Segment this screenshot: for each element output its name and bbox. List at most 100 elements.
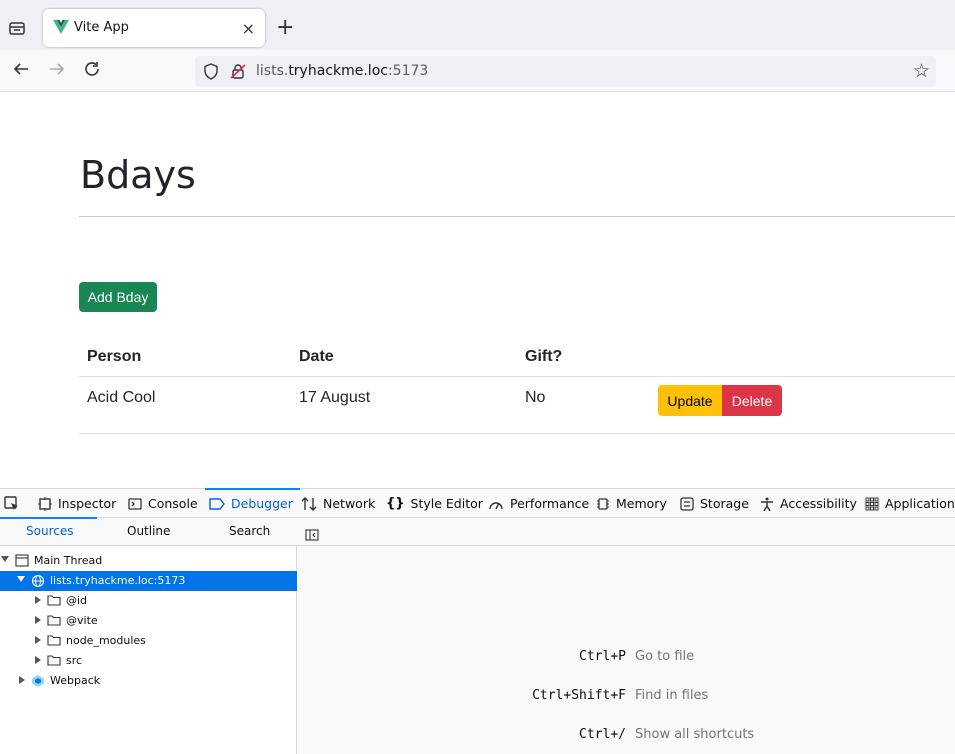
shortcut-key: Ctrl+/ (579, 727, 626, 742)
shortcut-key: Ctrl+P (579, 649, 626, 664)
window-icon (15, 554, 29, 570)
forward-button[interactable] (48, 61, 66, 82)
tab-performance-label: Performance (510, 496, 590, 511)
tab-memory-label: Memory (616, 496, 667, 511)
shortcut-label: Go to file (635, 649, 695, 664)
tab-inspector[interactable]: Inspector (38, 489, 116, 518)
tab-performance[interactable]: Performance (488, 489, 589, 518)
url-subdomain: lists. (256, 63, 289, 79)
collapse-arrow-icon[interactable] (35, 656, 41, 664)
folder-icon (47, 594, 61, 609)
tracking-protection-icon[interactable] (203, 63, 219, 84)
tab-close-button[interactable]: × (242, 19, 255, 38)
folder-icon (47, 654, 61, 669)
add-bday-button[interactable]: Add Bday (79, 282, 157, 312)
expand-arrow-icon[interactable] (1, 556, 9, 562)
sources-panel: Sources Outline Search Main Thread lists… (0, 517, 297, 754)
tab-network[interactable]: Network (301, 489, 375, 518)
tree-folder-vite[interactable]: @vite (0, 611, 297, 631)
tab-accessibility-label: Accessibility (780, 496, 857, 511)
tab-debugger[interactable]: Debugger (205, 488, 300, 518)
tab-style-editor-label: Style Editor (410, 496, 483, 511)
sources-subtabs: Sources Outline Search (0, 517, 297, 546)
collapse-arrow-icon[interactable] (35, 616, 41, 624)
folder-icon (47, 634, 61, 649)
folder-icon (47, 614, 61, 629)
tree-folder-src[interactable]: src (0, 651, 297, 671)
editor-panel: Ctrl+P Go to file Ctrl+Shift+F Find in f… (297, 518, 955, 754)
tab-storage[interactable]: Storage (680, 489, 749, 518)
new-tab-button[interactable]: + (276, 15, 294, 40)
editor-toolbar (297, 518, 955, 546)
tab-style-editor[interactable]: {} Style Editor (386, 489, 483, 518)
row-divider (79, 433, 955, 434)
braces-icon: {} (386, 496, 405, 511)
tab-list-button[interactable] (6, 17, 28, 39)
expand-arrow-icon[interactable] (17, 576, 25, 582)
collapse-arrow-icon[interactable] (35, 596, 41, 604)
column-header-person: Person (87, 348, 142, 365)
collapse-arrow-icon[interactable] (19, 676, 25, 684)
page-content: Bdays Add Bday Person Date Gift? Acid Co… (0, 93, 955, 488)
gauge-icon (488, 497, 504, 511)
tree-folder-id[interactable]: @id (0, 591, 297, 611)
tree-origin[interactable]: lists.tryhackme.loc:5173 (0, 571, 297, 591)
tab-memory[interactable]: Memory (596, 489, 667, 518)
tree-label: @vite (66, 614, 98, 627)
memory-chip-icon (596, 497, 610, 511)
cell-date: 17 August (299, 389, 371, 406)
reload-icon (85, 62, 99, 76)
browser-tab[interactable]: Vite App × (43, 9, 265, 47)
forward-arrow-icon (50, 63, 65, 75)
shortcut-label: Find in files (635, 688, 709, 703)
subtab-active-indicator (0, 517, 97, 519)
tree-main-thread[interactable]: Main Thread (0, 551, 297, 571)
tree-webpack[interactable]: Webpack (0, 671, 297, 691)
url-bar[interactable]: lists.tryhackme.loc:5173 ☆ (195, 56, 936, 87)
url-port: :5173 (387, 63, 429, 79)
globe-icon (31, 574, 45, 591)
update-button[interactable]: Update (658, 385, 722, 416)
bookmark-star-icon[interactable]: ☆ (913, 60, 930, 82)
webpack-icon (31, 674, 45, 691)
tab-storage-label: Storage (700, 496, 749, 511)
column-header-gift: Gift? (525, 348, 563, 365)
inspector-icon (38, 496, 52, 511)
back-arrow-icon (13, 63, 28, 75)
tab-title: Vite App (74, 20, 129, 35)
delete-button[interactable]: Delete (722, 385, 782, 416)
vite-icon (53, 20, 69, 39)
tab-application[interactable]: Application (865, 489, 955, 518)
shortcut-key: Ctrl+Shift+F (532, 688, 626, 703)
url-host: tryhackme.loc (288, 63, 388, 79)
page-title: Bdays (80, 153, 196, 197)
tab-accessibility[interactable]: Accessibility (760, 489, 857, 518)
subtab-outline[interactable]: Outline (127, 524, 170, 538)
subtab-sources[interactable]: Sources (26, 524, 73, 538)
tree-label: node_modules (66, 634, 146, 647)
tab-console-label: Console (148, 496, 198, 511)
tree-label: Webpack (50, 674, 101, 687)
storage-icon (680, 496, 694, 511)
tab-console[interactable]: Console (128, 489, 198, 518)
shortcut-label: Show all shortcuts (635, 727, 755, 742)
collapse-arrow-icon[interactable] (35, 636, 41, 644)
picker-icon (4, 496, 18, 510)
navigation-bar: lists.tryhackme.loc:5173 ☆ (0, 50, 955, 92)
tree-label: lists.tryhackme.loc:5173 (50, 574, 186, 587)
tree-label: src (66, 654, 83, 667)
toggle-sidebar-icon[interactable] (305, 526, 319, 545)
back-button[interactable] (12, 61, 30, 82)
tab-application-label: Application (885, 496, 955, 511)
tree-folder-node-modules[interactable]: node_modules (0, 631, 297, 651)
grid-dots-icon (865, 497, 879, 511)
element-picker-button[interactable] (4, 496, 20, 516)
cell-person: Acid Cool (87, 389, 156, 406)
tab-strip: Vite App × + (0, 0, 955, 50)
tab-inspector-label: Inspector (58, 496, 117, 511)
subtab-search[interactable]: Search (229, 524, 270, 538)
tree-label: Main Thread (34, 554, 103, 567)
insecure-lock-icon[interactable] (230, 63, 246, 84)
reload-button[interactable] (84, 61, 102, 82)
url-text[interactable]: lists.tryhackme.loc:5173 (256, 63, 428, 79)
